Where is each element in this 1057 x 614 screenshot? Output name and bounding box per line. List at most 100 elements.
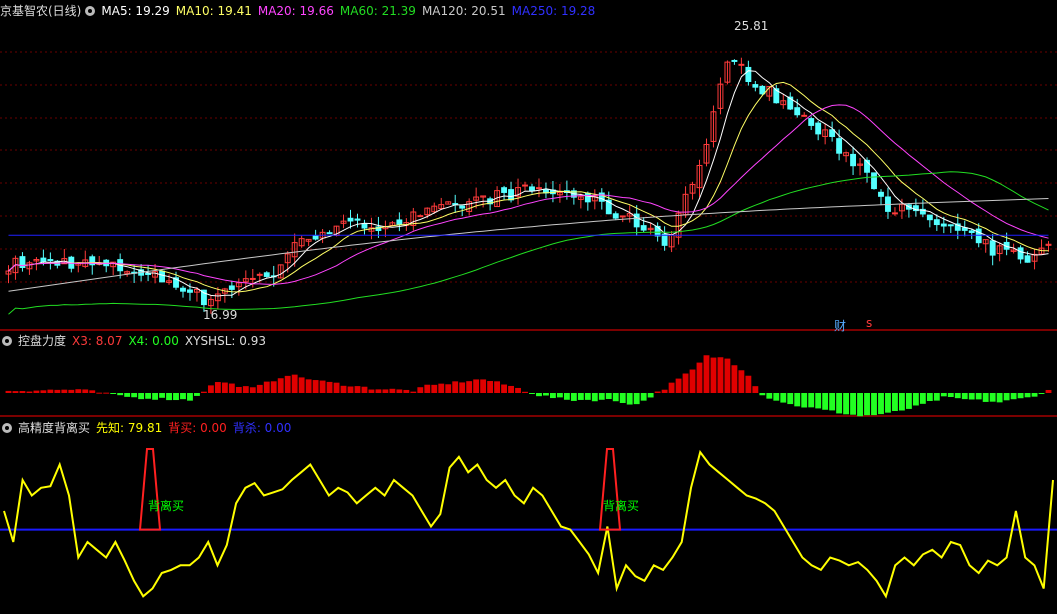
strength-bar [626, 393, 633, 405]
strength-bar [1024, 393, 1031, 398]
ma5-line [8, 70, 1049, 297]
candle-body [738, 63, 745, 66]
strength-bar [738, 370, 745, 393]
strength-bar [1045, 389, 1052, 393]
x4-readout: X4: 0.00 [128, 334, 179, 348]
strength-bar [724, 358, 731, 393]
candle-body [40, 257, 47, 263]
candle-body [661, 233, 668, 246]
ma250-readout: MA250: 19.28 [511, 4, 596, 18]
strength-bar [815, 393, 822, 409]
strength-bar [166, 393, 172, 401]
strength-bar [228, 383, 235, 393]
strength-bar [445, 384, 452, 393]
ma120-readout: MA120: 20.51 [421, 4, 506, 18]
strength-bar [640, 393, 647, 401]
candle-body [159, 270, 165, 283]
candle-body [347, 217, 354, 222]
strength-bar [682, 373, 689, 393]
strength-bar [968, 393, 975, 400]
strength-bar [794, 393, 801, 407]
strength-bar [829, 393, 836, 411]
ma60-readout: MA60: 21.39 [339, 4, 416, 18]
strength-bar [605, 393, 612, 400]
ma20-line [8, 104, 1049, 285]
strength-bar [898, 393, 905, 411]
strength-bar [145, 393, 152, 399]
x3-readout: X3: 8.07 [72, 334, 123, 348]
strength-bar [319, 380, 326, 393]
strength-bar [396, 389, 403, 393]
strength-bar [703, 355, 710, 393]
strength-bar [529, 393, 535, 394]
strength-bar [494, 381, 501, 393]
strength-bar [152, 393, 159, 400]
strength-bar [298, 377, 305, 393]
strength-bar [508, 385, 514, 393]
candle-body [794, 107, 801, 116]
candle-body [228, 285, 235, 290]
strength-bar [159, 393, 165, 398]
strength-bar [452, 381, 459, 393]
candle-body [180, 287, 186, 292]
strength-bar [1017, 393, 1024, 399]
xianzhi-readout: 先知: 79.81 [96, 421, 163, 435]
candle-body [417, 215, 424, 218]
strength-bar [473, 379, 480, 393]
strength-bar [207, 385, 214, 393]
strength-bar [710, 357, 717, 393]
strength-bar [871, 393, 877, 416]
strength-bar [54, 389, 61, 393]
candle-body [529, 186, 535, 192]
strength-bar [403, 389, 410, 393]
candle-body [808, 118, 815, 126]
strength-bar [487, 381, 494, 393]
gear-icon[interactable] [85, 6, 96, 16]
candle-body [326, 232, 333, 235]
strength-bar [905, 393, 912, 409]
strength-bar [277, 378, 284, 393]
candle-body [940, 223, 947, 227]
strength-bar [242, 386, 249, 393]
strength-bar [892, 393, 898, 412]
strength-bar [759, 393, 766, 396]
strength-bar [312, 380, 319, 393]
gear-icon[interactable] [2, 336, 12, 346]
ma20-readout: MA20: 19.66 [257, 4, 334, 18]
candle-body [731, 59, 738, 62]
strength-bar [61, 389, 68, 393]
strength-bar [612, 393, 619, 402]
candle-body [878, 191, 884, 197]
candle-body [249, 277, 256, 280]
strength-bar [326, 381, 333, 393]
strength-bar [340, 385, 347, 393]
control-title: 控盘力度 [18, 334, 67, 348]
candle-body [752, 84, 759, 88]
strength-bar [885, 393, 891, 413]
event-tag[interactable]: s [866, 316, 872, 330]
strength-bar [619, 393, 626, 403]
strength-bar [780, 393, 787, 403]
strength-bar [975, 393, 982, 400]
strength-bar [556, 393, 563, 398]
candle-body [815, 122, 822, 135]
strength-bar [536, 393, 542, 397]
grid-lines [0, 51, 1057, 417]
candle-body [459, 205, 466, 209]
strength-bar [466, 381, 473, 393]
strength-bar [194, 393, 200, 396]
xyshsl-readout: XYSHSL: 0.93 [184, 334, 266, 348]
beisha-readout: 背杀: 0.00 [232, 421, 292, 435]
strength-bar [857, 393, 863, 417]
strength-bar [954, 393, 961, 399]
candle-body [640, 225, 647, 231]
candle-body [745, 66, 752, 83]
beimai-readout: 背买: 0.00 [168, 421, 227, 435]
divergence-oscillator [0, 448, 1057, 599]
finance-tag[interactable]: 财 [834, 317, 846, 334]
strength-bar [654, 391, 661, 393]
strength-bar [173, 393, 179, 401]
strength-bar [1038, 393, 1045, 394]
gear-icon[interactable] [2, 423, 12, 433]
candle-body [989, 240, 996, 256]
